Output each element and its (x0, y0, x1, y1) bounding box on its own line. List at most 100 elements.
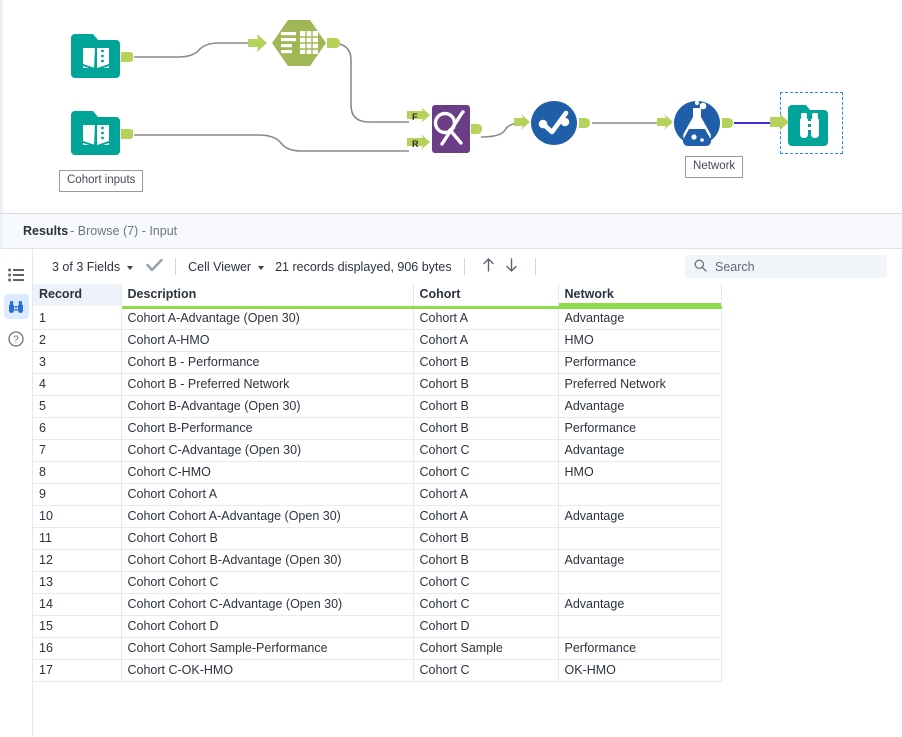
cell-cohort[interactable]: Cohort B (413, 417, 559, 440)
cell-cohort[interactable]: Cohort Sample (413, 637, 559, 660)
cell-record[interactable]: 12 (33, 549, 122, 572)
cell-record[interactable]: 4 (33, 373, 122, 396)
cell-cohort[interactable]: Cohort B (413, 373, 559, 396)
cell-record[interactable]: 16 (33, 637, 122, 660)
cell-network[interactable]: Performance (558, 637, 722, 660)
cell-record[interactable]: 3 (33, 351, 122, 374)
cell-record[interactable]: 6 (33, 417, 122, 440)
cell-record[interactable]: 9 (33, 483, 122, 506)
cell-description[interactable]: Cohort Cohort D (121, 615, 414, 638)
table-row[interactable]: 10 Cohort Cohort A-Advantage (Open 30) Coh… (33, 505, 722, 528)
table-row[interactable]: 7 Cohort C-Advantage (Open 30) Cohort C Adv… (33, 439, 722, 462)
cell-network[interactable]: Advantage (558, 395, 722, 418)
cell-cohort[interactable]: Cohort C (413, 439, 559, 462)
cell-description[interactable]: Cohort B - Preferred Network (121, 373, 414, 396)
column-header-network[interactable]: Network (558, 284, 722, 309)
cell-record[interactable]: 17 (33, 659, 122, 682)
cell-network[interactable]: Advantage (558, 593, 722, 616)
viewer-selector[interactable]: Cell Viewer (188, 260, 265, 274)
table-row[interactable]: 17 Cohort C-OK-HMO Cohort C OK-HMO (33, 659, 722, 682)
cell-description[interactable]: Cohort Cohort B (121, 527, 414, 550)
cell-description[interactable]: Cohort Cohort Sample-Performance (121, 637, 414, 660)
cell-description[interactable]: Cohort C-OK-HMO (121, 659, 414, 682)
checkmark-icon[interactable] (146, 258, 163, 275)
cell-cohort[interactable]: Cohort B (413, 527, 559, 550)
table-row[interactable]: 5 Cohort B-Advantage (Open 30) Cohort B Adv… (33, 395, 722, 418)
cell-network[interactable]: Preferred Network (558, 373, 722, 396)
table-row[interactable]: 12 Cohort Cohort B-Advantage (Open 30) Coh… (33, 549, 722, 572)
annotation-network[interactable]: Network (685, 156, 744, 178)
cell-cohort[interactable]: Cohort B (413, 351, 559, 374)
cell-network[interactable] (558, 615, 722, 638)
cell-cohort[interactable]: Cohort D (413, 615, 559, 638)
column-header-record[interactable]: Record (33, 284, 122, 309)
cell-description[interactable]: Cohort Cohort A-Advantage (Open 30) (121, 505, 414, 528)
table-row[interactable]: 11 Cohort Cohort B Cohort B (33, 527, 722, 550)
cell-cohort[interactable]: Cohort C (413, 593, 559, 616)
cell-network[interactable]: Advantage (558, 307, 722, 330)
cell-record[interactable]: 15 (33, 615, 122, 638)
table-row[interactable]: 1 Cohort A-Advantage (Open 30) Cohort A Adv… (33, 307, 722, 330)
table-row[interactable]: 9 Cohort Cohort A Cohort A (33, 483, 722, 506)
cell-description[interactable]: Cohort B - Performance (121, 351, 414, 374)
cell-description[interactable]: Cohort A-HMO (121, 329, 414, 352)
list-icon[interactable] (4, 262, 29, 287)
cell-network[interactable]: OK-HMO (558, 659, 722, 682)
cell-network[interactable]: Advantage (558, 505, 722, 528)
cell-cohort[interactable]: Cohort C (413, 659, 559, 682)
cell-record[interactable]: 5 (33, 395, 122, 418)
cell-network[interactable]: HMO (558, 329, 722, 352)
table-row[interactable]: 3 Cohort B - Performance Cohort B Performan… (33, 351, 722, 374)
scroll-up-button[interactable] (481, 257, 496, 276)
cell-cohort[interactable]: Cohort A (413, 329, 559, 352)
column-header-description[interactable]: Description (121, 284, 414, 309)
table-row[interactable]: 16 Cohort Cohort Sample-Performance Cohort… (33, 637, 722, 660)
cell-cohort[interactable]: Cohort A (413, 307, 559, 330)
cell-description[interactable]: Cohort B-Advantage (Open 30) (121, 395, 414, 418)
cell-description[interactable]: Cohort Cohort C (121, 571, 414, 594)
cell-cohort[interactable]: Cohort A (413, 505, 559, 528)
table-row[interactable]: 15 Cohort Cohort D Cohort D (33, 615, 722, 638)
cell-record[interactable]: 2 (33, 329, 122, 352)
cell-description[interactable]: Cohort Cohort B-Advantage (Open 30) (121, 549, 414, 572)
table-row[interactable]: 13 Cohort Cohort C Cohort C (33, 571, 722, 594)
cell-network[interactable]: Performance (558, 351, 722, 374)
cell-network[interactable]: Performance (558, 417, 722, 440)
table-row[interactable]: 14 Cohort Cohort C-Advantage (Open 30) Coh… (33, 593, 722, 616)
table-row[interactable]: 8 Cohort C-HMO Cohort C HMO (33, 461, 722, 484)
cell-record[interactable]: 13 (33, 571, 122, 594)
cell-cohort[interactable]: Cohort B (413, 395, 559, 418)
column-header-cohort[interactable]: Cohort (413, 284, 559, 309)
annotation-cohort-inputs[interactable]: Cohort inputs (59, 170, 144, 192)
cell-record[interactable]: 8 (33, 461, 122, 484)
cell-network[interactable]: Advantage (558, 549, 722, 572)
cell-description[interactable]: Cohort B-Performance (121, 417, 414, 440)
binoculars-icon[interactable] (3, 294, 29, 319)
cell-network[interactable]: Advantage (558, 439, 722, 462)
cell-description[interactable]: Cohort Cohort A (121, 483, 414, 506)
cell-network[interactable] (558, 483, 722, 506)
table-row[interactable]: 4 Cohort B - Preferred Network Cohort B Pre… (33, 373, 722, 396)
search-box[interactable]: Search (685, 255, 887, 278)
cell-cohort[interactable]: Cohort C (413, 571, 559, 594)
scroll-down-button[interactable] (504, 257, 519, 276)
results-grid[interactable]: Record Description Cohort Network 1 Cohor… (33, 284, 902, 720)
cell-record[interactable]: 11 (33, 527, 122, 550)
cell-network[interactable] (558, 527, 722, 550)
cell-network[interactable] (558, 571, 722, 594)
cell-record[interactable]: 1 (33, 307, 122, 330)
table-row[interactable]: 6 Cohort B-Performance Cohort B Performance (33, 417, 722, 440)
cell-record[interactable]: 14 (33, 593, 122, 616)
table-row[interactable]: 2 Cohort A-HMO Cohort A HMO (33, 329, 722, 352)
fields-selector[interactable]: 3 of 3 Fields (52, 260, 134, 274)
help-icon[interactable]: ? (4, 326, 29, 351)
cell-cohort[interactable]: Cohort A (413, 483, 559, 506)
cell-description[interactable]: Cohort C-Advantage (Open 30) (121, 439, 414, 462)
cell-description[interactable]: Cohort C-HMO (121, 461, 414, 484)
cell-cohort[interactable]: Cohort B (413, 549, 559, 572)
cell-description[interactable]: Cohort Cohort C-Advantage (Open 30) (121, 593, 414, 616)
cell-description[interactable]: Cohort A-Advantage (Open 30) (121, 307, 414, 330)
cell-network[interactable]: HMO (558, 461, 722, 484)
cell-record[interactable]: 10 (33, 505, 122, 528)
cell-record[interactable]: 7 (33, 439, 122, 462)
